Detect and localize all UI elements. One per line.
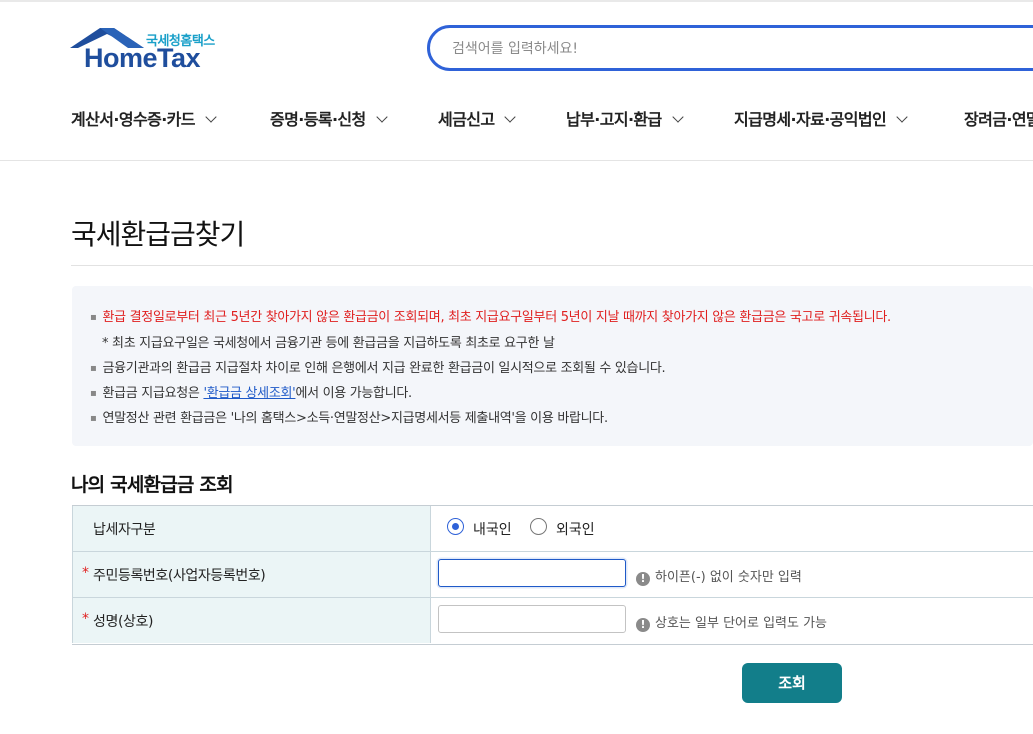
notice-line-4: ▪ 연말정산 관련 환급금은 '나의 홈택스>소득·연말정산>지급명세서등 제출내… — [90, 407, 608, 426]
rrn-hint: ! 하이픈(-) 없이 숫자만 입력 — [636, 566, 802, 586]
section-title: 나의 국세환급금 조회 — [71, 474, 234, 496]
notice-text: 에서 이용 가능합니다. — [295, 386, 412, 401]
notice-line-2: ▪ 금융기관과의 환급금 지급절차 차이로 인해 은행에서 지급 완료한 환급금이… — [90, 357, 666, 376]
form-row-name: * 성명(상호) ! 상호는 일부 단어로 입력도 가능 — [72, 598, 1033, 643]
row-header: * 성명(상호) — [72, 598, 431, 643]
nav-label: 납부·고지·환급 — [566, 110, 662, 129]
rrn-input[interactable] — [438, 559, 626, 587]
refund-search-form: 납세자구분 내국인 외국인 * 주민등록번호(사업자등록번호) ! 하이픈(-) 없… — [72, 505, 1033, 645]
notice-text: 금융기관과의 환급금 지급절차 차이로 인해 은행에서 지급 완료한 환급금이 … — [102, 361, 666, 376]
rrn-label-wrap: * 주민등록번호(사업자등록번호) — [82, 565, 266, 585]
form-row-rrn: * 주민등록번호(사업자등록번호) ! 하이픈(-) 없이 숫자만 입력 — [72, 552, 1033, 598]
notice-line-1-sub: * 최초 지급요구일은 국세청에서 금융기관 등에 환급금을 지급하도록 최초로… — [102, 336, 555, 351]
header-divider — [0, 160, 1033, 161]
nav-label: 장려금·연말 — [964, 110, 1033, 129]
page-title: 국세환급금찾기 — [71, 218, 245, 251]
required-mark: * — [82, 611, 89, 627]
form-row-taxpayer-type: 납세자구분 내국인 외국인 — [72, 506, 1033, 552]
notice-line-1: ▪ 환급 결정일로부터 최근 5년간 찾아가지 않은 환급금이 조회되며, 최초 … — [90, 306, 891, 325]
hint-text: 하이픈(-) 없이 숫자만 입력 — [655, 570, 802, 585]
chevron-down-icon — [672, 111, 684, 123]
nav-label: 세금신고 — [438, 110, 495, 129]
name-input[interactable] — [438, 605, 626, 633]
bullet-icon: ▪ — [90, 413, 97, 424]
nav-label: 증명·등록·신청 — [270, 110, 366, 129]
nav-item-invoices[interactable]: 계산서·영수증·카드 — [71, 106, 217, 130]
refund-detail-link[interactable]: '환급금 상세조회' — [203, 386, 295, 401]
logo-wordmark: HomeTax — [84, 43, 201, 73]
bullet-icon: ▪ — [90, 363, 97, 374]
nav-item-payment[interactable]: 납부·고지·환급 — [566, 106, 684, 130]
search-input[interactable] — [450, 36, 954, 62]
row-header: * 주민등록번호(사업자등록번호) — [72, 552, 431, 597]
info-icon: ! — [636, 572, 650, 586]
required-mark: * — [82, 565, 89, 581]
chevron-down-icon — [205, 111, 217, 123]
name-label-wrap: * 성명(상호) — [82, 611, 154, 631]
chevron-down-icon — [504, 111, 517, 123]
notice-text: 환급금 지급요청은 — [102, 386, 204, 401]
notice-text: 환급 결정일로부터 최근 5년간 찾아가지 않은 환급금이 조회되며, 최초 지… — [102, 310, 891, 325]
rrn-label: 주민등록번호(사업자등록번호) — [93, 568, 266, 584]
radio-label: 내국인 — [473, 522, 512, 538]
bullet-icon: ▪ — [90, 312, 97, 323]
notice-text: 연말정산 관련 환급금은 '나의 홈택스>소득·연말정산>지급명세서등 제출내역… — [102, 411, 608, 426]
bullet-icon: ▪ — [90, 388, 97, 399]
search-box[interactable] — [427, 25, 1033, 71]
radio-checked-icon — [447, 518, 464, 535]
chevron-down-icon — [376, 111, 388, 123]
main-nav: 계산서·영수증·카드 증명·등록·신청 세금신고 납부·고지·환급 지급명세·자… — [0, 106, 1033, 132]
radio-label: 외국인 — [556, 522, 595, 538]
name-hint: ! 상호는 일부 단어로 입력도 가능 — [636, 612, 828, 632]
nav-label: 계산서·영수증·카드 — [71, 110, 196, 129]
title-divider — [71, 265, 1033, 266]
hometax-logo[interactable]: 국세청홈택스 HomeTax — [70, 26, 230, 76]
notice-line-3: ▪ 환급금 지급요청은 '환급금 상세조회'에서 이용 가능합니다. — [90, 382, 412, 401]
row-header: 납세자구분 — [72, 506, 431, 551]
notice-box: ▪ 환급 결정일로부터 최근 5년간 찾아가지 않은 환급금이 조회되며, 최초 … — [72, 286, 1033, 446]
chevron-down-icon — [896, 111, 908, 123]
top-border — [0, 0, 1033, 2]
nav-item-incentives[interactable]: 장려금·연말 — [964, 106, 1033, 130]
radio-unchecked-icon — [530, 518, 547, 535]
search-submit-button[interactable]: 조회 — [742, 663, 842, 703]
nav-item-statements[interactable]: 지급명세·자료·공익법인 — [734, 106, 908, 130]
nav-item-tax-filing[interactable]: 세금신고 — [438, 106, 517, 130]
info-icon: ! — [636, 618, 650, 632]
name-label: 성명(상호) — [93, 614, 154, 630]
hint-text: 상호는 일부 단어로 입력도 가능 — [655, 616, 828, 631]
nav-item-certificates[interactable]: 증명·등록·신청 — [270, 106, 388, 130]
taxpayer-type-label: 납세자구분 — [93, 522, 156, 538]
nav-label: 지급명세·자료·공익법인 — [734, 110, 887, 129]
